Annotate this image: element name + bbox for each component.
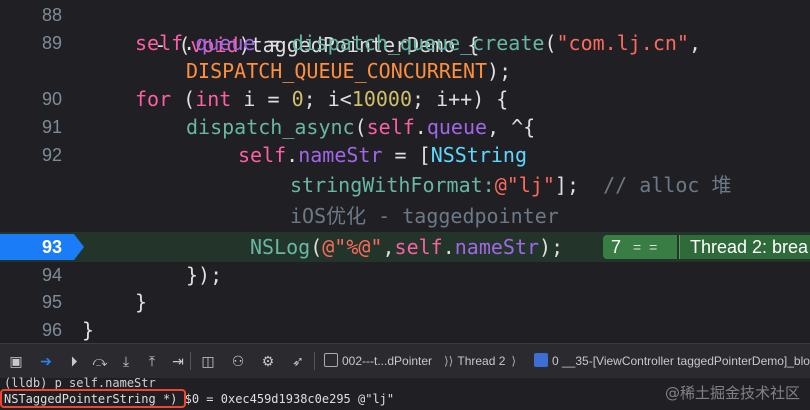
step-over-icon[interactable]: ⤼	[90, 350, 110, 372]
code-line[interactable]: 92 self.nameStr = [NSString	[0, 140, 810, 170]
line-number: 95	[41, 292, 62, 312]
code-text: dispatch_async(self.queue, ^{	[186, 115, 536, 139]
code-line[interactable]: 94 });	[0, 260, 810, 290]
code-line[interactable]: 96 }	[0, 315, 810, 343]
line-number: 89	[41, 33, 62, 53]
line-number: 92	[41, 145, 62, 165]
code-text: for (int i = 0; i<10000; i++) {	[135, 87, 509, 111]
stack-frame-icon	[534, 353, 548, 367]
code-text: stringWithFormat:@"lj"]; // alloc 堆	[290, 173, 732, 197]
code-line[interactable]: iOS优化 - taggedpointer	[0, 201, 810, 231]
line-number: 90	[41, 89, 62, 109]
breakpoints-toggle-icon[interactable]: ➔	[36, 350, 56, 372]
watermark: @稀土掘金技术社区	[664, 384, 800, 402]
console-command: (lldb) p self.nameStr	[4, 376, 156, 390]
annotation-highlight-box	[0, 389, 186, 408]
step-out-icon[interactable]: ⤒	[142, 350, 162, 372]
breakpoint-arrow-icon	[74, 234, 84, 260]
hide-debug-area-icon[interactable]: ▣	[6, 350, 26, 372]
thread-annotation[interactable]: Thread 2: brea	[679, 235, 810, 259]
code-line[interactable]: 90 for (int i = 0; i<10000; i++) {	[0, 84, 810, 114]
environment-overrides-icon[interactable]: ⚙	[258, 350, 278, 372]
app-icon	[324, 353, 338, 367]
line-number: 93	[41, 237, 62, 257]
line-number: 91	[41, 117, 62, 137]
code-editor[interactable]: 88 - (void)taggedPointerDemo { 89 self.q…	[0, 0, 810, 343]
code-text: self.nameStr = [NSString	[238, 143, 528, 167]
hit-count-badge[interactable]: 7 = =	[603, 235, 677, 259]
hit-count: 7	[611, 237, 622, 257]
toolbar-divider	[190, 352, 191, 370]
memory-graph-icon[interactable]: ⚇	[228, 350, 248, 372]
step-into-icon[interactable]: ⤓	[116, 350, 136, 372]
code-text: NSLog(@"%@",self.nameStr);	[250, 235, 564, 259]
code-line[interactable]: 88 - (void)taggedPointerDemo {	[0, 0, 810, 57]
code-text: }	[135, 290, 148, 314]
line-number: 94	[41, 265, 62, 285]
chevron-right-icon: ⟩	[511, 354, 517, 368]
code-line[interactable]: DISPATCH_QUEUE_CONCURRENT);	[0, 56, 810, 86]
line-number: 88	[41, 5, 62, 25]
line-number: 96	[41, 320, 62, 340]
code-text: });	[186, 263, 223, 287]
step-instruction-icon[interactable]: ⇥	[168, 350, 188, 372]
breadcrumb-app[interactable]: 002---t...dPointer	[324, 350, 432, 372]
code-line[interactable]: 95 }	[0, 287, 810, 317]
code-text: self.queue = dispatch_queue_create("com.…	[135, 31, 701, 55]
simulate-location-icon[interactable]: ➶	[288, 350, 308, 372]
code-line[interactable]: stringWithFormat:@"lj"]; // alloc 堆	[0, 170, 810, 200]
view-hierarchy-icon[interactable]: ◫	[198, 350, 218, 372]
console-value: $0 = 0xec459d1938c0e295 @"lj"	[177, 392, 395, 406]
breadcrumb-thread[interactable]: ⟩⟩ Thread 2 ⟩	[444, 350, 516, 372]
continue-icon[interactable]: ⏵	[64, 350, 84, 372]
code-text: iOS优化 - taggedpointer	[290, 204, 559, 228]
toolbar-divider	[314, 352, 315, 370]
breadcrumb-frame[interactable]: 0 __35-[ViewController taggedPointerDemo…	[534, 350, 810, 372]
current-line-93[interactable]: 93 NSLog(@"%@",self.nameStr); 7 = = Thre…	[0, 232, 810, 262]
code-line[interactable]: 91 dispatch_async(self.queue, ^{	[0, 112, 810, 142]
thread-icon: ⟩⟩	[444, 354, 454, 368]
debug-toolbar: ▣ ➔ ⏵ ⤼ ⤓ ⤒ ⇥ ◫ ⚇ ⚙ ➶ 002---t...dPointer…	[0, 343, 810, 379]
equals-icon: = =	[633, 239, 660, 255]
code-text: DISPATCH_QUEUE_CONCURRENT);	[186, 59, 512, 83]
code-line[interactable]: 89 self.queue = dispatch_queue_create("c…	[0, 28, 810, 58]
code-text: }	[82, 318, 95, 342]
